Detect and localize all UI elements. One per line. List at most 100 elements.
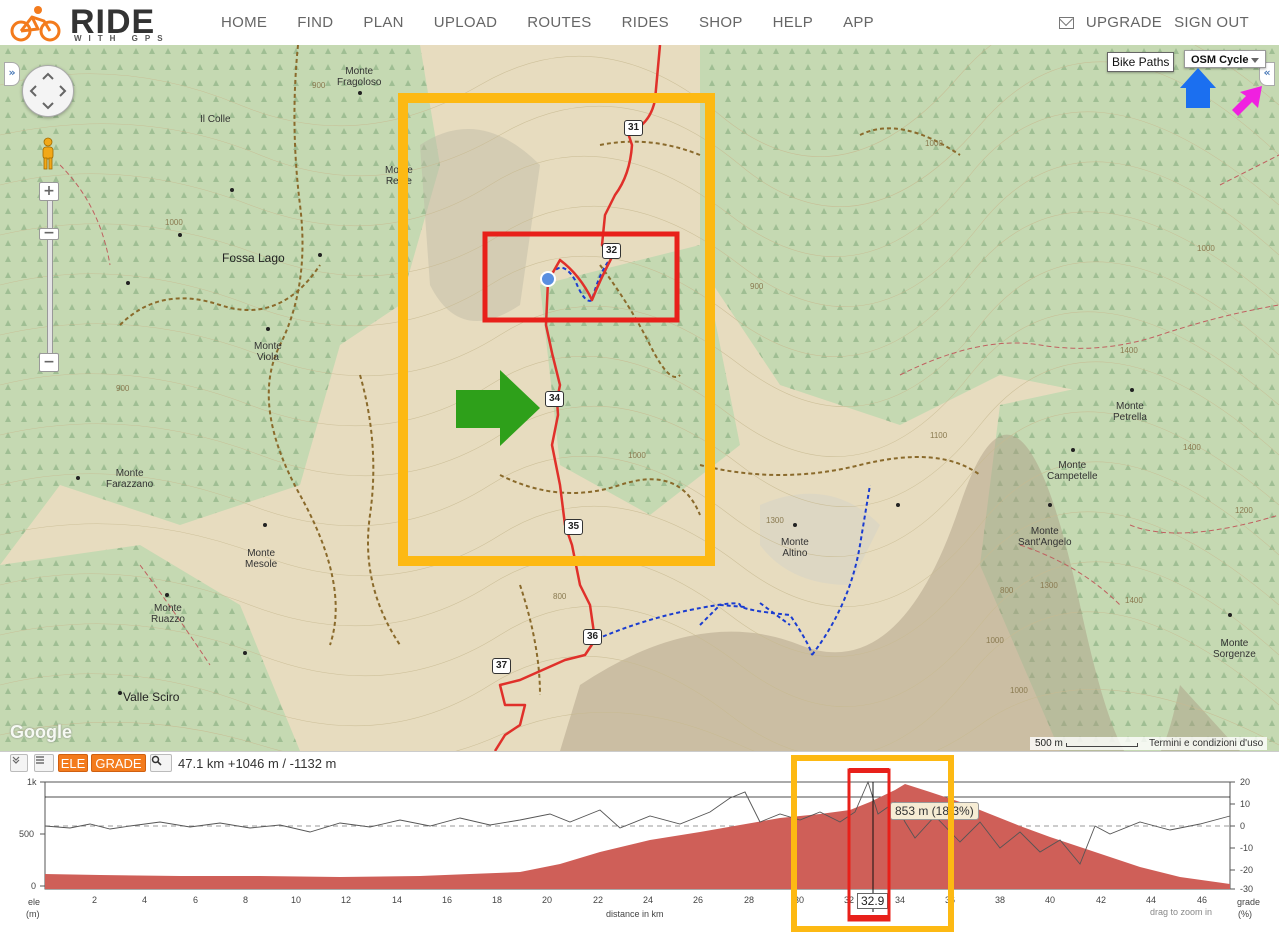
sign-out-link[interactable]: SIGN OUT	[1162, 0, 1249, 46]
terms-link[interactable]: Termini e condizioni d'uso	[1145, 737, 1268, 750]
x-tick: 26	[693, 895, 704, 905]
ele-axis-unit: (m)	[26, 909, 40, 919]
place-monte-mesole: Monte Mesole	[245, 548, 278, 570]
contour-label: 1200	[1235, 506, 1253, 515]
km-marker[interactable]: 35	[564, 519, 584, 535]
top-header: RIDE WITH GPS HOME FIND PLAN UPLOAD ROUT…	[0, 0, 1279, 46]
y-tick-left: 1k	[27, 777, 37, 787]
x-tick: 14	[392, 895, 403, 905]
x-tick: 8	[243, 895, 249, 905]
elevation-chart[interactable]	[0, 752, 1279, 934]
main-nav: HOME FIND PLAN UPLOAD ROUTES RIDES SHOP …	[206, 0, 889, 45]
contour-label: 800	[553, 592, 567, 601]
km-marker[interactable]: 31	[624, 120, 644, 136]
ele-axis-label: ele	[28, 897, 41, 907]
map-layer-select[interactable]: OSM Cycle	[1184, 50, 1266, 68]
zoom-out-button[interactable]: −	[39, 353, 59, 372]
place-monte-farazzano: Monte Farazzano	[106, 468, 154, 490]
contour-label: 900	[750, 282, 764, 291]
y-tick-right: -20	[1240, 865, 1254, 875]
place-monte-campetelle: Monte Campetelle	[1047, 460, 1098, 482]
contour-label: 1400	[1125, 596, 1143, 605]
grade-axis-label: grade	[1237, 897, 1261, 907]
elevation-panel: ELE GRADE 47.1 km +1046 m / -1132 m 1k 5…	[0, 751, 1279, 934]
pan-arrows-icon	[29, 72, 67, 110]
place-il-colle: Il Colle	[200, 114, 231, 125]
nav-routes[interactable]: ROUTES	[512, 0, 606, 45]
km-marker[interactable]: 36	[583, 629, 603, 645]
contour-label: 1400	[1120, 346, 1138, 355]
contour-label: 1000	[628, 451, 646, 460]
logo-tagline: WITH GPS	[74, 34, 170, 43]
scale-label: 500 m	[1035, 738, 1063, 749]
zoom-slider-handle[interactable]: −	[39, 226, 59, 240]
y-tick-left: 0	[31, 881, 37, 891]
x-tick: 20	[542, 895, 553, 905]
x-tick: 18	[492, 895, 503, 905]
cyclist-logo-icon	[10, 6, 61, 42]
upgrade-link[interactable]: UPGRADE	[1074, 0, 1162, 46]
x-tick: 6	[193, 895, 199, 905]
nav-shop[interactable]: SHOP	[684, 0, 758, 45]
expand-left-panel-button[interactable]: »	[4, 62, 20, 86]
contour-label: 1400	[1183, 443, 1201, 452]
google-logo: Google	[10, 722, 72, 742]
x-tick: 38	[995, 895, 1006, 905]
km-marker[interactable]: 37	[492, 658, 512, 674]
contour-label: 1100	[930, 431, 948, 440]
map-scale: 500 m	[1030, 737, 1145, 750]
ride-with-gps-logo[interactable]: RIDE WITH GPS	[10, 5, 190, 43]
contour-label: 800	[1000, 586, 1014, 595]
account-nav: UPGRADE SIGN OUT	[1058, 0, 1249, 46]
place-monte-sorgenze: Monte Sorgenze	[1213, 638, 1256, 660]
y-tick-left: 500	[19, 829, 35, 839]
y-tick-right: 20	[1240, 777, 1251, 787]
y-tick-right: 10	[1240, 799, 1251, 809]
place-monte-viola: Monte Viola	[254, 341, 282, 363]
contour-label: 1300	[766, 516, 784, 525]
x-tick: 16	[442, 895, 453, 905]
cursor-distance-label: 32.9	[857, 893, 889, 909]
mail-icon[interactable]	[1058, 17, 1074, 29]
zoom-slider-track[interactable]	[47, 190, 53, 367]
place-monte-santangelo: Monte Sant'Angelo	[1018, 526, 1072, 548]
x-tick: 22	[593, 895, 604, 905]
place-fossa-lago: Fossa Lago	[222, 251, 285, 265]
place-monte-altino: Monte Altino	[781, 537, 809, 559]
nav-help[interactable]: HELP	[758, 0, 828, 45]
nav-home[interactable]: HOME	[206, 0, 282, 45]
x-tick: 40	[1045, 895, 1056, 905]
y-tick-right: -30	[1240, 884, 1254, 894]
map-tiles	[0, 45, 1279, 751]
nav-plan[interactable]: PLAN	[348, 0, 418, 45]
km-marker[interactable]: 34	[545, 391, 565, 407]
contour-label: 1000	[925, 139, 943, 148]
contour-label: 1000	[1010, 686, 1028, 695]
place-valle-sciro: Valle Sciro	[123, 690, 180, 704]
contour-label: 900	[312, 81, 326, 90]
y-tick-right: 0	[1240, 821, 1246, 831]
x-tick: 32	[844, 895, 855, 905]
x-tick: 24	[643, 895, 654, 905]
km-marker[interactable]: 32	[602, 243, 622, 259]
x-tick: 46	[1197, 895, 1208, 905]
x-tick: 28	[744, 895, 755, 905]
zoom-in-button[interactable]: +	[39, 182, 59, 201]
x-tick: 10	[291, 895, 302, 905]
x-tick: 34	[895, 895, 906, 905]
elevation-tooltip: 853 m (18.3%)	[890, 802, 979, 820]
x-tick: 4	[142, 895, 148, 905]
contour-label: 1000	[165, 218, 183, 227]
nav-rides[interactable]: RIDES	[607, 0, 684, 45]
place-monte-fragoloso: Monte Fragoloso	[337, 66, 382, 88]
pan-control[interactable]	[22, 65, 74, 117]
nav-app[interactable]: APP	[828, 0, 889, 45]
bike-paths-toggle[interactable]: Bike Paths	[1107, 52, 1175, 72]
nav-find[interactable]: FIND	[282, 0, 348, 45]
scale-bar	[1066, 743, 1138, 747]
x-tick: 12	[341, 895, 352, 905]
nav-upload[interactable]: UPLOAD	[419, 0, 513, 45]
route-map[interactable]: Monte Fragoloso Il Colle Monte Reale Fos…	[0, 45, 1279, 751]
x-tick: 2	[92, 895, 98, 905]
street-view-pegman-icon[interactable]	[40, 137, 56, 171]
